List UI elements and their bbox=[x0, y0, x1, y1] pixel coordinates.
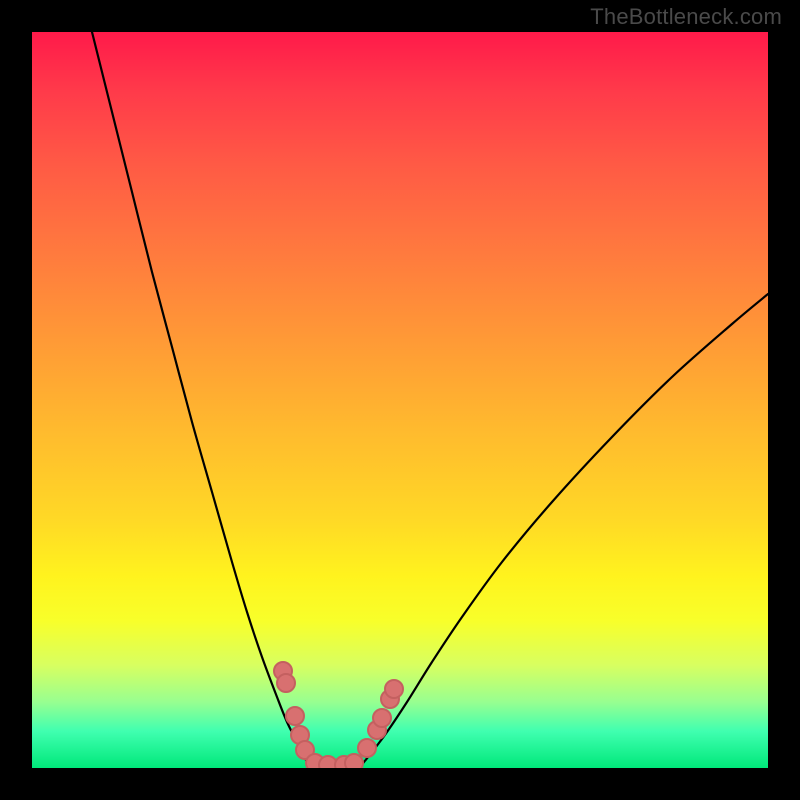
plot-area bbox=[32, 32, 768, 768]
chart-frame: TheBottleneck.com bbox=[0, 0, 800, 800]
marker-group bbox=[274, 662, 403, 768]
marker-dot bbox=[373, 709, 391, 727]
curve-svg bbox=[32, 32, 768, 768]
marker-dot bbox=[358, 739, 376, 757]
marker-dot bbox=[286, 707, 304, 725]
attribution-text: TheBottleneck.com bbox=[590, 4, 782, 30]
marker-dot bbox=[345, 754, 363, 768]
bottleneck-curve bbox=[92, 32, 768, 768]
marker-dot bbox=[385, 680, 403, 698]
marker-dot bbox=[277, 674, 295, 692]
